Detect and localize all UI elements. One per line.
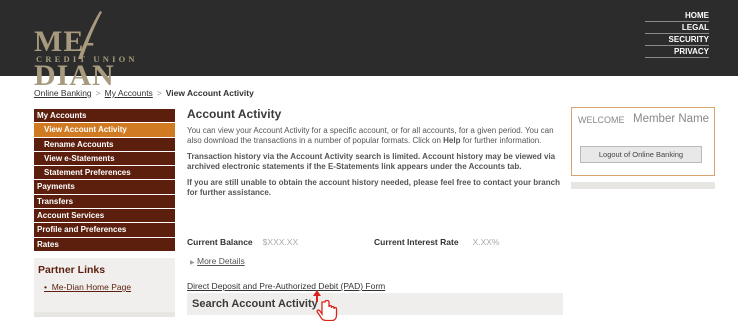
current-balance-value: $XXX.XX — [262, 237, 299, 247]
more-details-link[interactable]: More Details — [197, 256, 245, 266]
breadcrumb-online-banking[interactable]: Online Banking — [34, 88, 92, 98]
logout-button[interactable]: Logout of Online Banking — [580, 146, 702, 163]
welcome-panel: WELCOME Member Name Logout of Online Ban… — [571, 107, 715, 176]
sidebar-item-view-account-activity[interactable]: View Account Activity — [34, 123, 175, 138]
breadcrumb-separator: > — [95, 88, 101, 98]
sidebar-nav: My Accounts View Account Activity Rename… — [34, 109, 175, 252]
sidebar-item-my-accounts[interactable]: My Accounts — [34, 109, 175, 124]
current-interest-rate: Current Interest Rate X.XX% — [374, 237, 500, 247]
current-balance: Current Balance $XXX.XX — [187, 237, 298, 247]
nav-legal-link[interactable]: LEGAL — [645, 22, 709, 34]
bullet-icon: • — [44, 282, 52, 292]
hand-pointer-icon — [313, 290, 338, 321]
member-name: Member Name — [633, 113, 710, 125]
more-details: ▶ More Details — [190, 256, 245, 266]
right-panel-bar — [571, 182, 715, 189]
search-section-header[interactable]: Search Account Activity — [187, 290, 563, 321]
partner-link-median-home[interactable]: • Me-Dian Home Page — [38, 282, 171, 292]
sidebar-item-transfers[interactable]: Transfers — [34, 194, 175, 210]
sidebar-item-statement-preferences[interactable]: Statement Preferences — [34, 166, 175, 181]
logo-subtext: CREDIT UNION — [36, 54, 138, 64]
breadcrumb: Online Banking > My Accounts > View Account … — [34, 88, 254, 98]
page-title: Account Activity — [187, 107, 282, 121]
sidebar-item-rename-accounts[interactable]: Rename Accounts — [34, 137, 175, 152]
interest-rate-value: X.XX% — [472, 237, 500, 247]
main-content: Account Activity You can view your Accou… — [187, 107, 563, 198]
welcome-label: WELCOME — [578, 115, 625, 125]
partner-links-panel: Partner Links • Me-Dian Home Page — [34, 258, 175, 314]
help-keyword: Help — [443, 136, 461, 145]
sidebar-item-account-services[interactable]: Account Services — [34, 209, 175, 224]
breadcrumb-current: View Account Activity — [165, 88, 254, 98]
sidebar-item-profile-and-preferences[interactable]: Profile and Preferences — [34, 223, 175, 238]
nav-home-link[interactable]: HOME — [645, 10, 709, 22]
sidebar-item-payments[interactable]: Payments — [34, 180, 175, 195]
sidebar-item-view-e-statements[interactable]: View e-Statements — [34, 151, 175, 167]
top-nav: HOME LEGAL SECURITY PRIVACY — [645, 10, 709, 58]
breadcrumb-my-accounts[interactable]: My Accounts — [105, 88, 153, 98]
triangle-right-icon: ▶ — [190, 260, 195, 266]
nav-privacy-link[interactable]: PRIVACY — [645, 46, 709, 58]
breadcrumb-separator: > — [156, 88, 162, 98]
current-balance-label: Current Balance — [187, 237, 253, 247]
contact-notice: If you are still unable to obtain the ac… — [187, 178, 560, 197]
sidebar-footer-bar — [34, 312, 175, 317]
intro-text: You can view your Account Activity for a… — [187, 126, 563, 146]
partner-link-label: Me-Dian Home Page — [51, 282, 132, 292]
sidebar-item-rates[interactable]: Rates — [34, 237, 175, 252]
site-header: ME-DIAN CREDIT UNION HOME LEGAL SECURITY… — [0, 0, 738, 92]
intro-text-b: for further information. — [460, 136, 542, 145]
pad-form-link[interactable]: Direct Deposit and Pre-Authorized Debit … — [187, 281, 385, 291]
interest-rate-label: Current Interest Rate — [374, 237, 459, 247]
search-section-title: Search Account Activity — [192, 298, 318, 310]
history-notice: Transaction history via the Account Acti… — [187, 152, 556, 171]
partner-links-title: Partner Links — [38, 264, 106, 276]
logo[interactable]: ME-DIAN CREDIT UNION — [34, 10, 144, 92]
nav-security-link[interactable]: SECURITY — [645, 34, 709, 46]
